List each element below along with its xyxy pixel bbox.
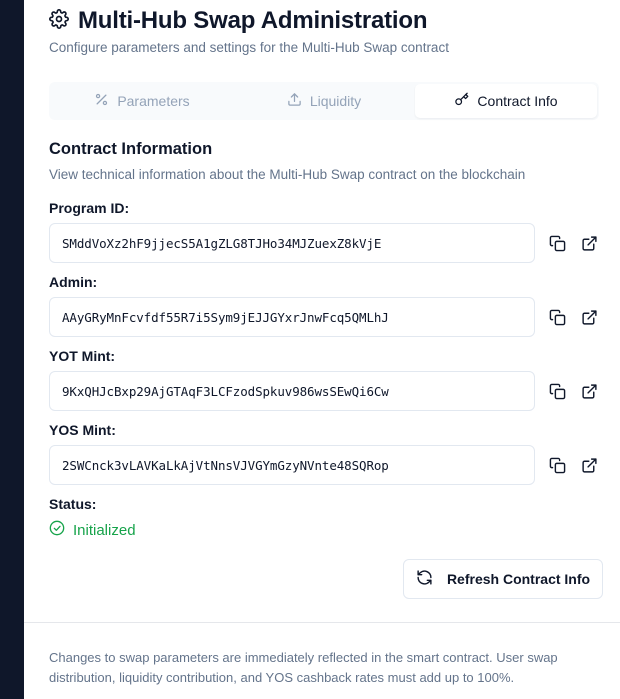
copy-icon: [549, 235, 565, 251]
status-value: Initialized: [73, 521, 136, 539]
upload-icon: [287, 92, 302, 110]
program-id-label: Program ID:: [49, 200, 130, 216]
tab-liquidity-label: Liquidity: [309, 93, 362, 109]
admin-label: Admin:: [49, 274, 98, 290]
copy-program-id-button[interactable]: [545, 231, 569, 255]
external-link-icon: [581, 383, 597, 399]
tab-liquidity[interactable]: Liquidity: [233, 84, 415, 118]
contract-info-section: Contract Information View technical info…: [49, 140, 609, 182]
tab-contract-info[interactable]: Contract Info: [415, 84, 597, 118]
section-description: View technical information about the Mul…: [49, 167, 526, 182]
open-program-id-button[interactable]: [577, 231, 601, 255]
footer-note: Changes to swap parameters are immediate…: [49, 650, 558, 685]
copy-icon: [549, 457, 565, 473]
gear-icon: [49, 8, 69, 34]
tab-parameters[interactable]: Parameters: [51, 84, 233, 118]
key-icon: [454, 92, 469, 110]
external-link-icon: [581, 309, 597, 325]
open-yos-mint-button[interactable]: [577, 453, 601, 477]
tab-bar: Parameters Liquidity Contract Info: [49, 82, 599, 120]
check-circle-icon: [49, 520, 65, 540]
yos-mint-label: YOS Mint:: [49, 422, 116, 438]
percent-icon: [94, 92, 109, 110]
copy-icon: [549, 383, 565, 399]
copy-icon: [549, 309, 565, 325]
status-badge: Initialized: [49, 520, 136, 540]
admin-field[interactable]: AAyGRyMnFcvfdf55R7i5Sym9jEJJGYxrJnwFcq5Q…: [49, 297, 535, 337]
status-label: Status:: [49, 496, 97, 512]
yos-mint-field[interactable]: 2SWCnck3vLAVKaLkAjVtNnsVJVGYmGzyNVnte48S…: [49, 445, 535, 485]
page-subtitle: Configure parameters and settings for th…: [49, 40, 449, 55]
copy-yos-mint-button[interactable]: [545, 453, 569, 477]
yot-mint-label: YOT Mint:: [49, 348, 116, 364]
copy-yot-mint-button[interactable]: [545, 379, 569, 403]
footer-divider: [24, 622, 620, 623]
refresh-icon: [416, 569, 433, 589]
page-header: Multi-Hub Swap Administration Configure …: [49, 6, 600, 55]
yot-mint-field[interactable]: 9KxQHJcBxp29AjGTAqF3LCFzodSpkuv986wsSEwQ…: [49, 371, 535, 411]
admin-panel: Multi-Hub Swap Administration Configure …: [24, 0, 620, 699]
left-sidebar-edge: [0, 0, 24, 699]
open-admin-button[interactable]: [577, 305, 601, 329]
external-link-icon: [581, 457, 597, 473]
external-link-icon: [581, 235, 597, 251]
refresh-contract-info-button[interactable]: Refresh Contract Info: [403, 559, 603, 599]
tab-parameters-label: Parameters: [117, 93, 190, 109]
open-yot-mint-button[interactable]: [577, 379, 601, 403]
title-row: Multi-Hub Swap Administration: [49, 6, 600, 36]
program-id-field[interactable]: SMddVoXz2hF9jjecS5A1gZLG8TJHo34MJZuexZ8k…: [49, 223, 535, 263]
tab-contract-info-label: Contract Info: [477, 93, 558, 109]
section-title: Contract Information: [49, 140, 213, 158]
copy-admin-button[interactable]: [545, 305, 569, 329]
page-title: Multi-Hub Swap Administration: [78, 7, 428, 34]
refresh-button-label: Refresh Contract Info: [446, 571, 591, 587]
